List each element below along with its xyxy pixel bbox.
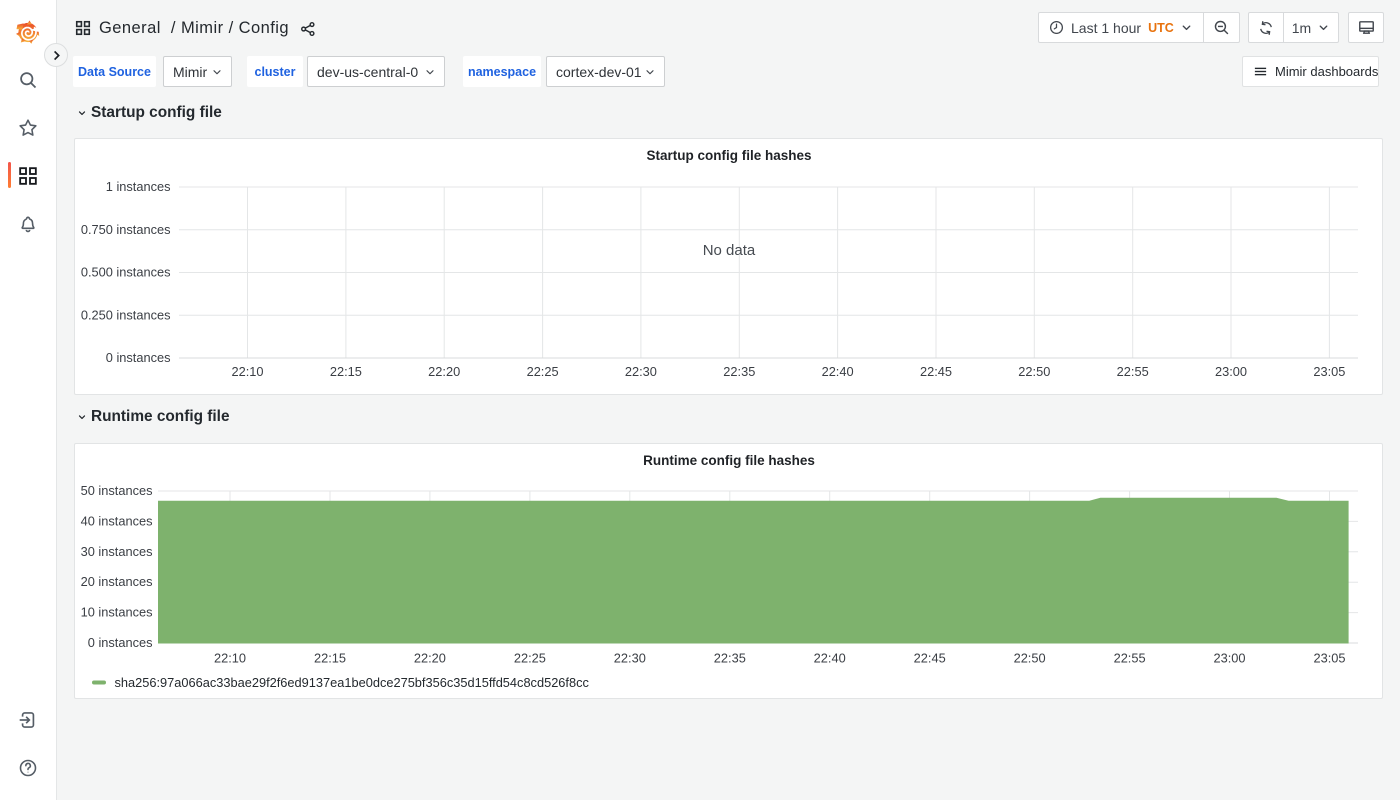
svg-text:22:55: 22:55 — [1117, 364, 1149, 379]
svg-text:0.250 instances: 0.250 instances — [81, 307, 171, 322]
svg-text:23:05: 23:05 — [1313, 651, 1345, 666]
svg-text:22:10: 22:10 — [214, 651, 246, 666]
svg-text:10 instances: 10 instances — [81, 605, 153, 620]
svg-text:22:40: 22:40 — [822, 364, 854, 379]
svg-text:0.500 instances: 0.500 instances — [81, 265, 171, 280]
svg-text:No data: No data — [703, 242, 756, 259]
svg-text:22:55: 22:55 — [1114, 651, 1146, 666]
svg-text:22:35: 22:35 — [723, 364, 755, 379]
svg-text:23:00: 23:00 — [1215, 364, 1247, 379]
svg-text:22:45: 22:45 — [920, 364, 952, 379]
svg-text:22:20: 22:20 — [414, 651, 446, 666]
svg-text:23:05: 23:05 — [1313, 364, 1345, 379]
svg-text:1 instances: 1 instances — [106, 179, 171, 194]
svg-text:Runtime config file hashes: Runtime config file hashes — [643, 453, 815, 468]
svg-text:22:45: 22:45 — [914, 651, 946, 666]
svg-text:22:15: 22:15 — [314, 651, 346, 666]
svg-text:Startup config file hashes: Startup config file hashes — [646, 148, 811, 163]
svg-text:22:10: 22:10 — [231, 364, 263, 379]
svg-text:22:25: 22:25 — [527, 364, 559, 379]
svg-text:23:00: 23:00 — [1213, 651, 1245, 666]
svg-text:sha256:97a066ac33bae29f2f6ed91: sha256:97a066ac33bae29f2f6ed9137ea1be0dc… — [115, 675, 590, 690]
svg-text:22:15: 22:15 — [330, 364, 362, 379]
svg-text:50 instances: 50 instances — [81, 483, 153, 498]
svg-text:0 instances: 0 instances — [88, 635, 153, 650]
svg-text:22:30: 22:30 — [614, 651, 646, 666]
svg-text:22:50: 22:50 — [1014, 651, 1046, 666]
svg-text:22:25: 22:25 — [514, 651, 546, 666]
svg-text:22:35: 22:35 — [714, 651, 746, 666]
svg-text:0 instances: 0 instances — [106, 350, 171, 365]
svg-text:22:50: 22:50 — [1018, 364, 1050, 379]
svg-text:22:20: 22:20 — [428, 364, 460, 379]
svg-text:0.750 instances: 0.750 instances — [81, 222, 171, 237]
svg-text:30 instances: 30 instances — [81, 544, 153, 559]
svg-text:22:30: 22:30 — [625, 364, 657, 379]
svg-text:22:40: 22:40 — [814, 651, 846, 666]
svg-text:20 instances: 20 instances — [81, 574, 153, 589]
svg-text:40 instances: 40 instances — [81, 513, 153, 528]
